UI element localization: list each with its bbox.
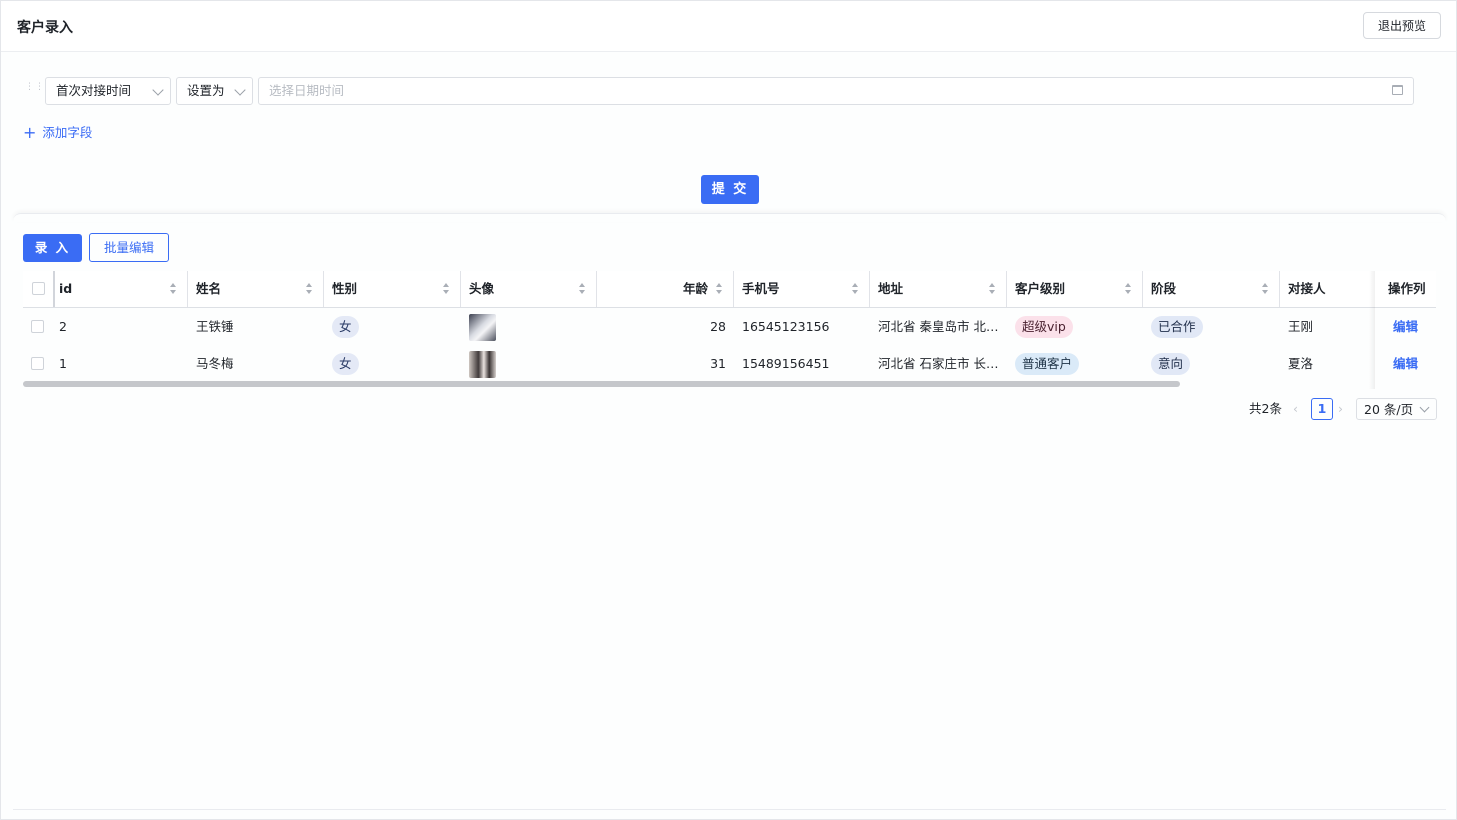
edit-link[interactable]: 编辑	[1393, 356, 1418, 371]
sort-icon[interactable]	[989, 283, 995, 295]
sort-icon[interactable]	[306, 283, 312, 295]
cell-level: 超级vip	[1007, 308, 1143, 345]
stage-tag: 已合作	[1151, 316, 1203, 338]
cell-contact: 王刚	[1288, 319, 1314, 334]
cell-actions: 编辑	[1385, 345, 1436, 382]
sort-icon[interactable]	[716, 283, 722, 295]
column-header-phone[interactable]: 手机号	[734, 271, 870, 307]
chevron-down-icon	[152, 84, 164, 96]
edit-link[interactable]: 编辑	[1393, 319, 1418, 334]
sort-icon[interactable]	[170, 283, 176, 295]
column-header-id[interactable]: id	[51, 271, 188, 307]
page-number-current[interactable]: 1	[1311, 398, 1333, 420]
cell-avatar	[461, 308, 597, 345]
customer-table: id 姓名 性别 头像 年龄 手机号 地址 客户级别 阶段 对接人 操作列 2 …	[23, 271, 1436, 389]
submit-button[interactable]: 提 交	[701, 175, 759, 204]
column-header-name[interactable]: 姓名	[188, 271, 324, 307]
sort-icon[interactable]	[1262, 283, 1268, 295]
page-size-select[interactable]: 20 条/页	[1356, 398, 1437, 420]
drag-handle-icon[interactable]: ⋮⋮	[25, 83, 44, 99]
table-row: 2 王铁锤 女 28 16545123156 河北省 秦皇岛市 北… 超级vip…	[23, 308, 1436, 345]
add-field-label: 添加字段	[42, 125, 93, 140]
stage-tag: 意向	[1151, 353, 1191, 375]
bottom-divider	[13, 809, 1446, 810]
cell-phone: 16545123156	[742, 319, 830, 334]
table-header: id 姓名 性别 头像 年龄 手机号 地址 客户级别 阶段 对接人 操作列	[23, 271, 1436, 308]
cell-name: 王铁锤	[196, 319, 234, 334]
sort-icon[interactable]	[852, 283, 858, 295]
cell-address: 河北省 秦皇岛市 北…	[878, 319, 999, 334]
horizontal-scrollbar[interactable]	[23, 381, 1180, 387]
level-tag: 普通客户	[1015, 353, 1080, 375]
cell-stage: 已合作	[1143, 308, 1280, 345]
cell-id: 2	[59, 319, 67, 334]
column-header-stage[interactable]: 阶段	[1143, 271, 1280, 307]
page-title: 客户录入	[17, 20, 73, 36]
cell-age: 28	[710, 319, 726, 334]
row-checkbox[interactable]	[31, 357, 44, 370]
cell-address: 河北省 石家庄市 长…	[878, 356, 999, 371]
cell-contact: 夏洛	[1288, 356, 1314, 371]
sort-icon[interactable]	[443, 283, 449, 295]
plus-icon: +	[23, 123, 37, 142]
batch-edit-button[interactable]: 批量编辑	[89, 233, 169, 262]
column-header-avatar[interactable]: 头像	[461, 271, 597, 307]
add-field-button[interactable]: + 添加字段	[23, 122, 93, 142]
sort-icon[interactable]	[579, 283, 585, 295]
column-header-address[interactable]: 地址	[870, 271, 1007, 307]
filter-row: ⋮⋮ 首次对接时间 设置为 选择日期时间	[1, 77, 1456, 107]
gender-tag: 女	[332, 353, 359, 375]
section-divider	[13, 213, 1446, 222]
top-bar: 客户录入 退出预览	[1, 1, 1456, 52]
cell-actions: 编辑	[1385, 308, 1436, 345]
table-row: 1 马冬梅 女 31 15489156451 河北省 石家庄市 长… 普通客户 …	[23, 345, 1436, 382]
cell-avatar	[461, 345, 597, 382]
page-size-value: 20 条/页	[1364, 402, 1414, 417]
date-time-input[interactable]: 选择日期时间	[258, 77, 1414, 105]
cell-gender: 女	[324, 345, 461, 382]
column-header-gender[interactable]: 性别	[324, 271, 461, 307]
prev-page-icon[interactable]: ‹	[1293, 398, 1305, 420]
record-button[interactable]: 录 入	[23, 234, 82, 262]
cell-age: 31	[710, 356, 726, 371]
column-header-level[interactable]: 客户级别	[1007, 271, 1143, 307]
gender-tag: 女	[332, 316, 359, 338]
exit-preview-button[interactable]: 退出预览	[1363, 12, 1441, 39]
operator-select-value: 设置为	[187, 83, 225, 98]
chevron-down-icon	[234, 84, 246, 96]
pagination-total: 共2条	[1249, 401, 1282, 416]
column-header-actions: 操作列	[1388, 281, 1426, 296]
cell-gender: 女	[324, 308, 461, 345]
select-all-checkbox[interactable]	[32, 282, 45, 295]
cell-id: 1	[59, 356, 67, 371]
cell-name: 马冬梅	[196, 356, 234, 371]
row-checkbox[interactable]	[31, 320, 44, 333]
cell-level: 普通客户	[1007, 345, 1143, 382]
calendar-icon	[1392, 85, 1403, 95]
sort-icon[interactable]	[1125, 283, 1131, 295]
chevron-down-icon	[1419, 402, 1430, 413]
page-frame: 客户录入 退出预览 ⋮⋮ 首次对接时间 设置为 选择日期时间 + 添加字段 提 交…	[0, 0, 1457, 820]
next-page-icon[interactable]: ›	[1338, 398, 1350, 420]
operator-select[interactable]: 设置为	[176, 77, 253, 105]
avatar[interactable]	[469, 314, 496, 341]
fixed-column-shadow	[1369, 271, 1375, 389]
date-time-placeholder: 选择日期时间	[269, 83, 345, 98]
level-tag: 超级vip	[1015, 316, 1073, 338]
column-header-age[interactable]: 年龄	[597, 271, 734, 307]
column-header-contact[interactable]: 对接人	[1280, 271, 1371, 307]
avatar[interactable]	[469, 351, 496, 378]
cell-phone: 15489156451	[742, 356, 830, 371]
cell-stage: 意向	[1143, 345, 1280, 382]
field-select[interactable]: 首次对接时间	[45, 77, 171, 105]
field-select-value: 首次对接时间	[56, 83, 132, 98]
